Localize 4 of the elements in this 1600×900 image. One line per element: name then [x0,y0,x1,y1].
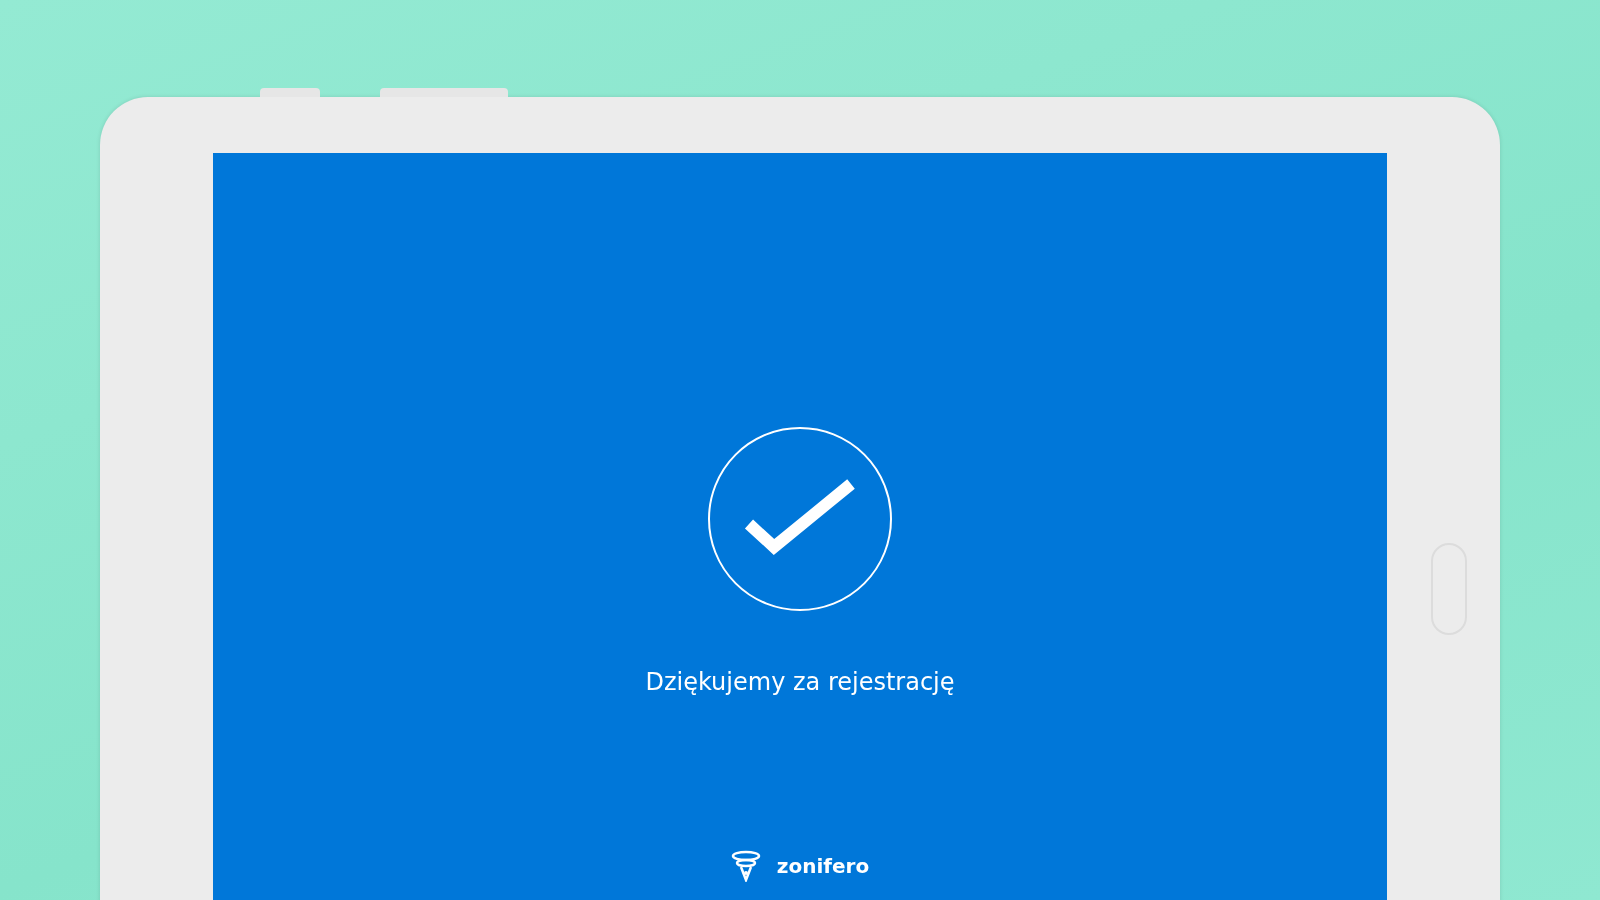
checkmark-circle-icon [707,426,893,612]
brand-name: zonifero [776,853,870,880]
confirmation-message: Dziękujemy za rejestrację [645,667,955,698]
logo-icon [730,850,761,882]
